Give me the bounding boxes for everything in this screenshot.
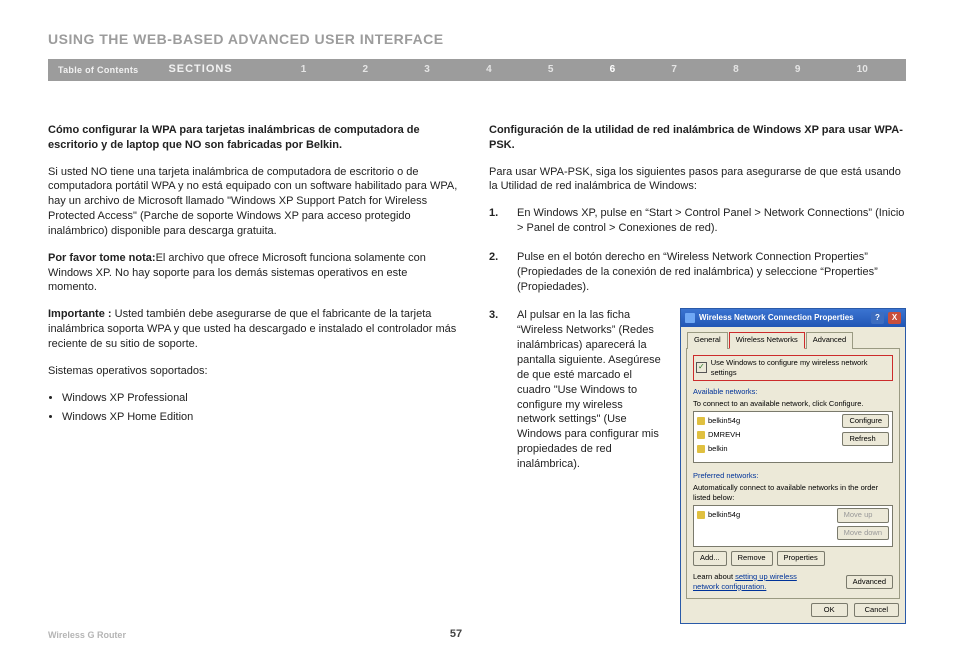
step-number: 1. [489, 206, 498, 221]
tab-general[interactable]: General [687, 332, 728, 348]
preferred-hint: Automatically connect to available netwo… [693, 483, 893, 503]
os-supported-label: Sistemas operativos soportados: [48, 364, 459, 379]
step-number: 2. [489, 250, 498, 265]
left-heading: Cómo configurar la WPA para tarjetas ina… [48, 123, 459, 153]
step-1: 1. En Windows XP, pulse en “Start > Cont… [489, 206, 906, 236]
close-button[interactable]: X [888, 312, 901, 324]
section-link-5[interactable]: 5 [548, 63, 554, 77]
step-text: Al pulsar en la las ficha “Wireless Netw… [517, 308, 662, 471]
xp-dialog: Wireless Network Connection Properties ?… [680, 308, 906, 624]
preferred-networks-list[interactable]: belkin54g Move up Move down [693, 505, 893, 547]
note-label: Por favor tome nota: [48, 252, 156, 264]
use-windows-checkbox[interactable]: ✓ Use Windows to configure my wireless n… [693, 355, 893, 381]
cancel-button[interactable]: Cancel [854, 603, 899, 617]
section-link-1[interactable]: 1 [301, 63, 307, 77]
network-name: belkin54g [708, 510, 740, 520]
right-intro: Para usar WPA-PSK, siga los siguientes p… [489, 165, 906, 195]
antenna-icon [697, 511, 705, 519]
list-item: Windows XP Home Edition [62, 410, 459, 425]
section-link-10[interactable]: 10 [857, 63, 868, 77]
add-button[interactable]: Add... [693, 551, 727, 565]
section-link-9[interactable]: 9 [795, 63, 801, 77]
properties-button[interactable]: Properties [777, 551, 825, 565]
configure-button[interactable]: Configure [842, 414, 889, 428]
antenna-icon [697, 445, 705, 453]
advanced-button[interactable]: Advanced [846, 575, 893, 589]
preferred-networks-label: Preferred networks: [693, 471, 893, 481]
step-number: 3. [489, 308, 498, 323]
step-3: 3. Al pulsar en la las ficha “Wireless N… [489, 308, 906, 624]
move-up-button[interactable]: Move up [837, 508, 889, 522]
tab-wireless-networks[interactable]: Wireless Networks [729, 332, 805, 348]
section-link-6[interactable]: 6 [610, 63, 616, 77]
network-icon [685, 313, 695, 323]
page-number: 57 [126, 627, 786, 642]
footer-product: Wireless G Router [48, 629, 126, 641]
step-text: En Windows XP, pulse en “Start > Control… [517, 207, 904, 234]
available-hint: To connect to an available network, clic… [693, 399, 893, 409]
antenna-icon [697, 417, 705, 425]
list-item: Windows XP Professional [62, 391, 459, 406]
toc-link[interactable]: Table of Contents [58, 64, 138, 76]
right-heading: Configuración de la utilidad de red inal… [489, 123, 906, 153]
learn-about-text: Learn about setting up wireless network … [693, 572, 823, 592]
step-text: Pulse en el botón derecho en “Wireless N… [517, 251, 878, 293]
section-link-4[interactable]: 4 [486, 63, 492, 77]
ok-button[interactable]: OK [811, 603, 848, 617]
remove-button[interactable]: Remove [731, 551, 773, 565]
tab-advanced[interactable]: Advanced [806, 332, 853, 348]
available-networks-list[interactable]: belkin54g DMREVH belkin Configure Refresh [693, 411, 893, 463]
section-link-3[interactable]: 3 [424, 63, 430, 77]
available-networks-label: Available networks: [693, 387, 893, 397]
left-column: Cómo configurar la WPA para tarjetas ina… [48, 123, 459, 638]
network-name: belkin54g [708, 416, 740, 426]
refresh-button[interactable]: Refresh [842, 432, 889, 446]
left-paragraph-1: Si usted NO tiene una tarjeta inalámbric… [48, 165, 459, 239]
xp-titlebar: Wireless Network Connection Properties ?… [681, 309, 905, 327]
left-important: Importante : Usted también debe asegurar… [48, 307, 459, 352]
dialog-title: Wireless Network Connection Properties [699, 313, 854, 324]
network-name: DMREVH [708, 430, 741, 440]
section-link-7[interactable]: 7 [671, 63, 677, 77]
network-name: belkin [708, 444, 728, 454]
section-link-8[interactable]: 8 [733, 63, 739, 77]
move-down-button[interactable]: Move down [837, 526, 889, 540]
right-column: Configuración de la utilidad de red inal… [489, 123, 906, 638]
section-link-2[interactable]: 2 [363, 63, 369, 77]
step-2: 2. Pulse en el botón derecho en “Wireles… [489, 250, 906, 295]
important-label: Importante : [48, 308, 112, 320]
antenna-icon [697, 431, 705, 439]
os-list: Windows XP Professional Windows XP Home E… [62, 391, 459, 425]
sections-nav: Table of Contents SECTIONS 1 2 3 4 5 6 7 8 9 10 [48, 59, 906, 81]
page-title: USING THE WEB-BASED ADVANCED USER INTERF… [48, 30, 906, 49]
help-button[interactable]: ? [871, 312, 884, 324]
left-note: Por favor tome nota:El archivo que ofrec… [48, 251, 459, 296]
checkbox-icon: ✓ [696, 362, 707, 373]
checkbox-label: Use Windows to configure my wireless net… [711, 358, 890, 378]
sections-label: SECTIONS [168, 62, 232, 77]
